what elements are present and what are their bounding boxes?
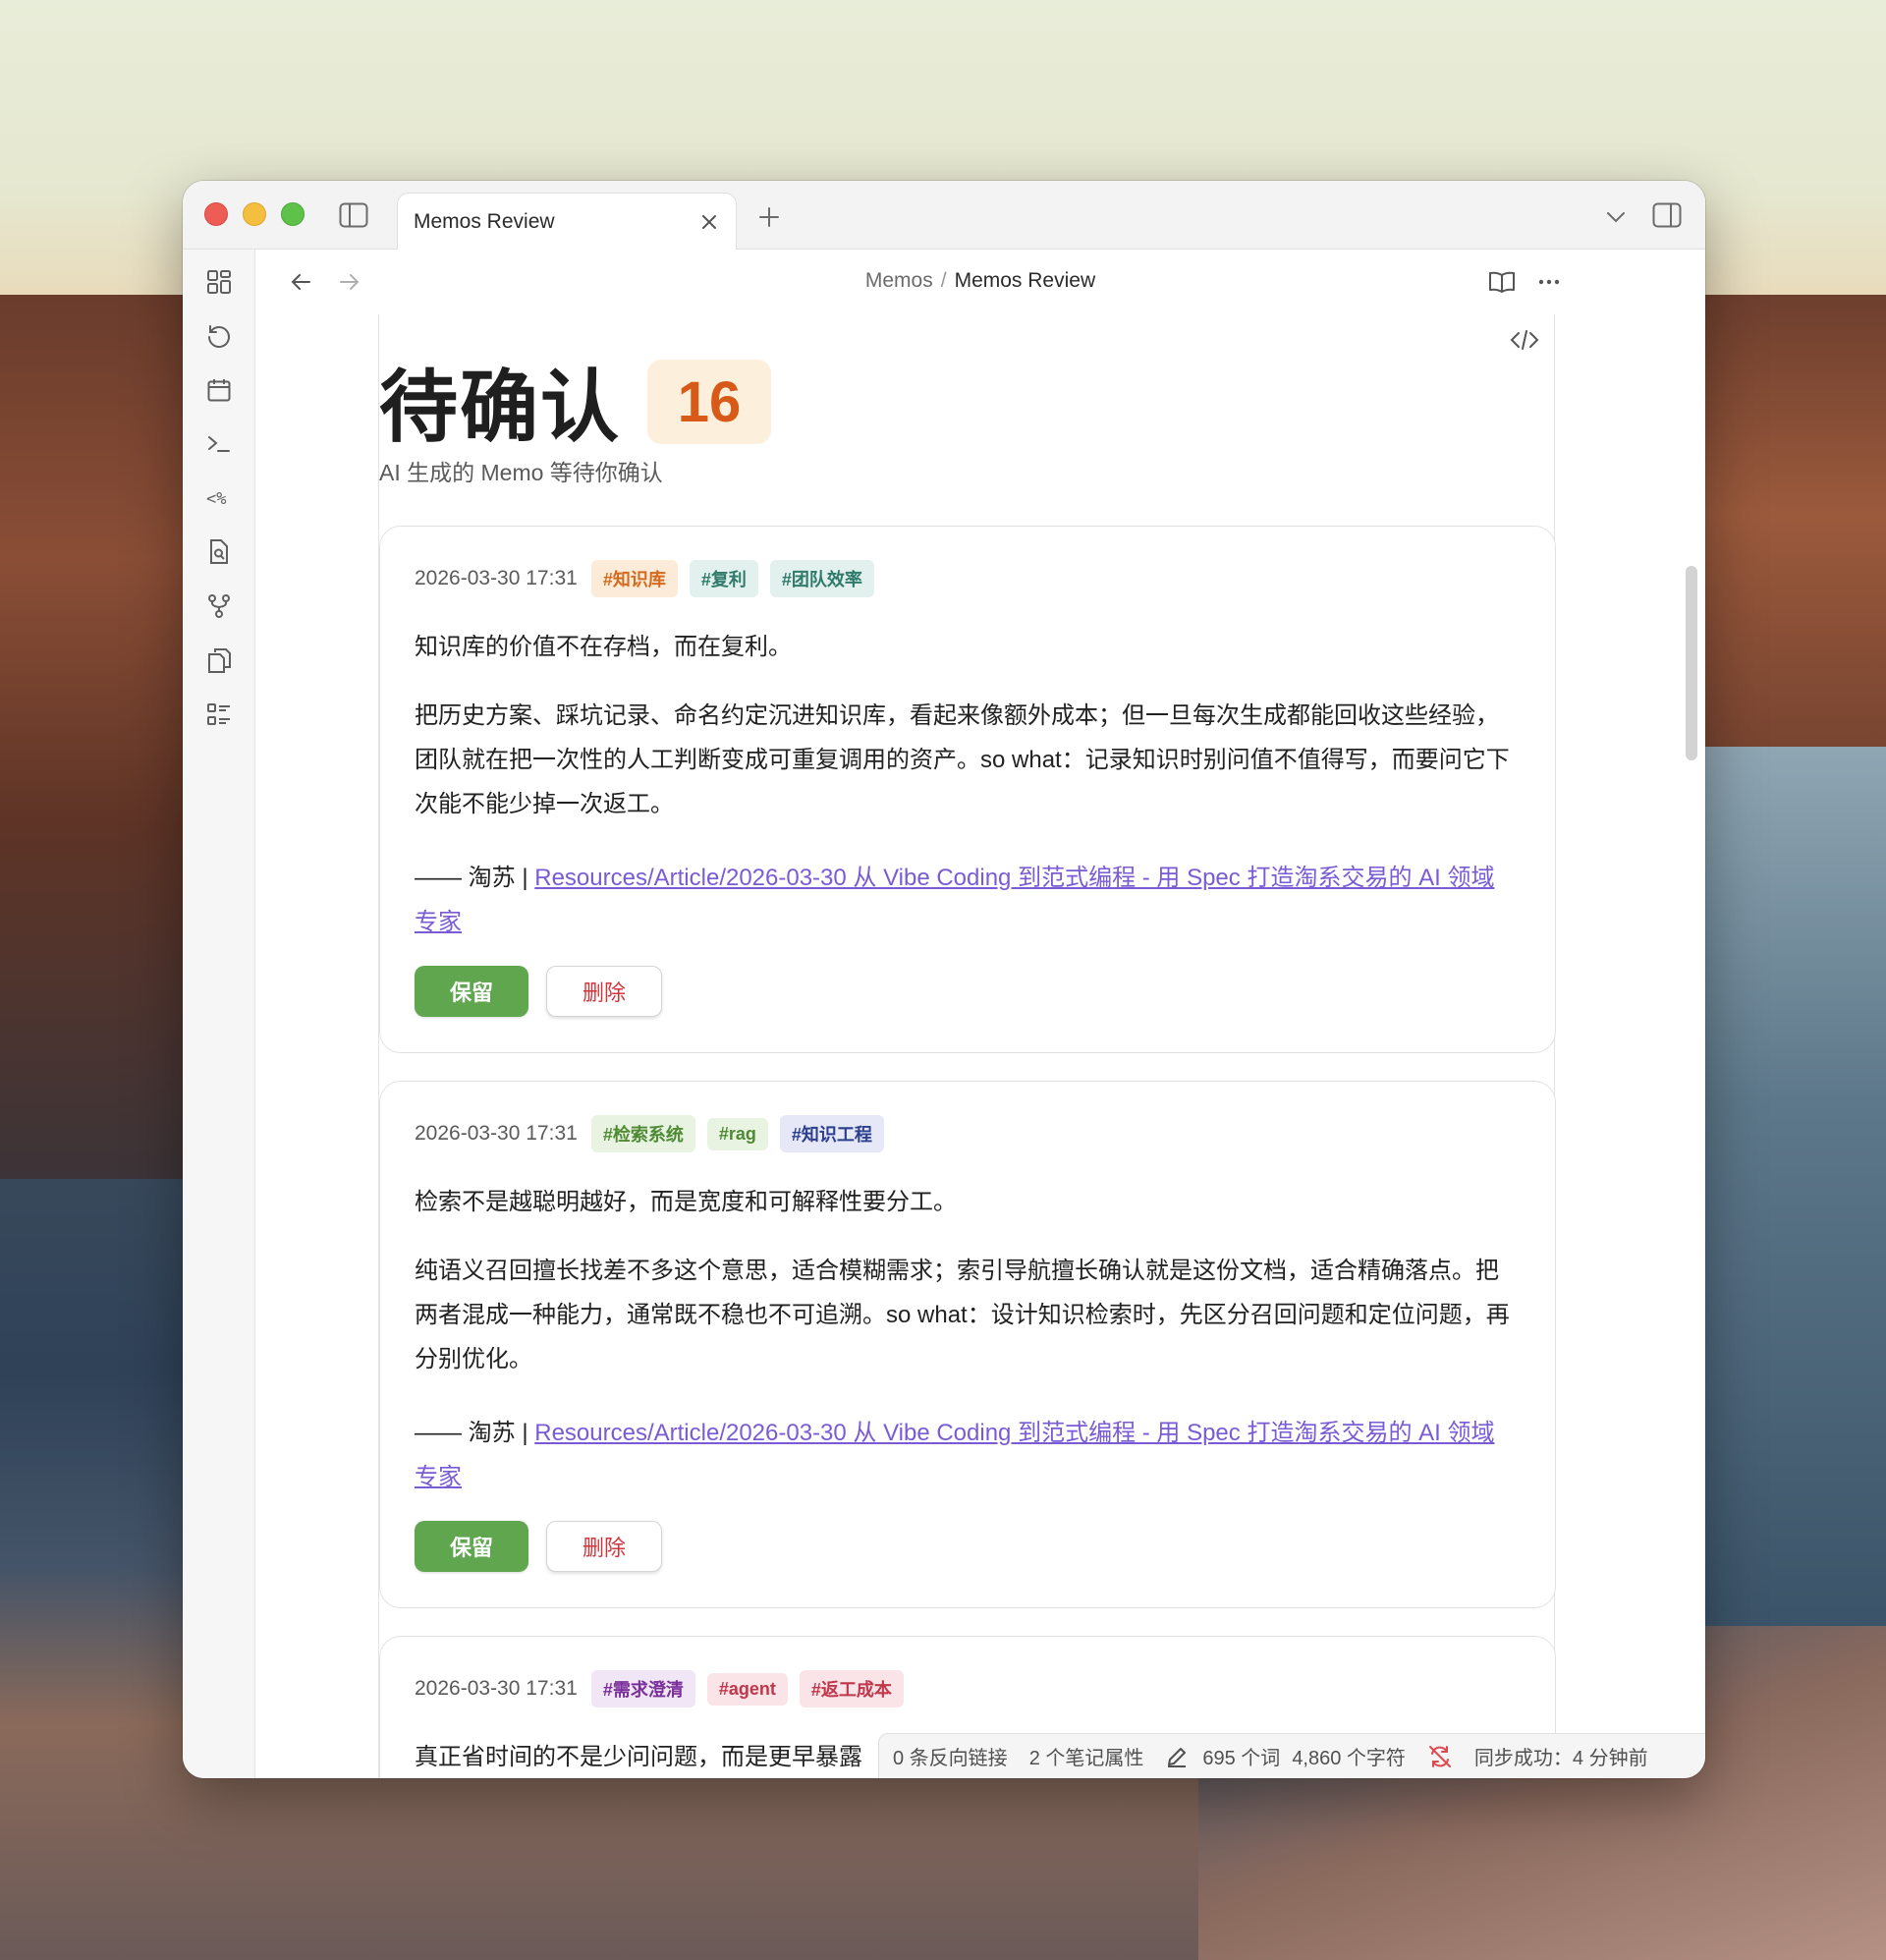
memo-headline: 知识库的价值不在存档，而在复利。: [415, 634, 792, 660]
app-window: Memos Review <% Memos / Memos Review 待确认…: [183, 181, 1705, 1778]
memo-tag[interactable]: #知识工程: [779, 1115, 884, 1152]
pending-count-badge: 16: [647, 360, 771, 444]
tab-memos-review[interactable]: Memos Review: [397, 193, 737, 250]
copy-files-icon[interactable]: [204, 645, 234, 675]
scrollbar-thumb[interactable]: [1686, 566, 1697, 760]
terminal-icon[interactable]: [204, 429, 234, 459]
memo-tag[interactable]: #返工成本: [799, 1670, 904, 1708]
memo-timestamp: 2026-03-30 17:31: [415, 1677, 578, 1700]
maximize-window-button[interactable]: [281, 202, 305, 226]
char-count: 4,860 个字符: [1292, 1748, 1406, 1769]
memo-body: 把历史方案、踩坑记录、命名约定沉进知识库，看起来像额外成本；但一旦每次生成都能回…: [415, 702, 1510, 817]
memo-tag[interactable]: #rag: [706, 1117, 768, 1150]
status-bar: 0 条反向链接 2 个笔记属性 695 个词 4,860 个字符 同步成功：4 …: [878, 1733, 1705, 1778]
checklist-icon[interactable]: [204, 700, 234, 729]
templater-icon[interactable]: <%: [204, 483, 234, 513]
delete-button[interactable]: 删除: [546, 1521, 662, 1572]
memo-headline: 真正省时间的不是少问问题，而是更早暴露: [415, 1744, 862, 1770]
title-bar: Memos Review: [183, 181, 1705, 250]
wallpaper-cliff-left: [0, 295, 196, 1179]
memo-source: —— 淘苏 | Resources/Article/2026-03-30 从 V…: [415, 856, 1515, 944]
memo-body: 纯语义召回擅长找差不多这个意思，适合模糊需求；索引导航擅长确认就是这份文档，适合…: [415, 1258, 1510, 1372]
tab-list-chevron-down-icon[interactable]: [1601, 202, 1631, 232]
memo-timestamp: 2026-03-30 17:31: [415, 567, 578, 589]
navigation-bar: Memos / Memos Review: [255, 250, 1705, 314]
memo-meta: 2026-03-30 17:31 #检索系统 #rag #知识工程: [415, 1115, 884, 1152]
reading-view-book-icon[interactable]: [1487, 267, 1517, 297]
breadcrumb-parent[interactable]: Memos: [865, 269, 933, 292]
toggle-right-sidebar-icon[interactable]: [1650, 200, 1684, 230]
tab-title: Memos Review: [414, 209, 555, 233]
word-count: 695 个词: [1202, 1748, 1281, 1769]
sync-error-icon[interactable]: [1427, 1744, 1453, 1769]
svg-text:<%: <%: [206, 489, 226, 509]
properties-count[interactable]: 2 个笔记属性: [1029, 1742, 1144, 1770]
memo-tag[interactable]: #需求澄清: [590, 1670, 695, 1708]
memo-card: 2026-03-30 17:31 #知识库 #复利 #团队效率 知识库的价值不在…: [379, 526, 1556, 1053]
memo-tag[interactable]: #agent: [706, 1672, 788, 1706]
wallpaper-lake: [1699, 747, 1886, 1631]
more-options-icon[interactable]: [1534, 267, 1564, 297]
page-subtitle: AI 生成的 Memo 等待你确认: [379, 460, 663, 485]
memos-review-document: 待确认 16 AI 生成的 Memo 等待你确认 2026-03-30 17:3…: [378, 314, 1556, 1778]
minimize-window-button[interactable]: [243, 202, 266, 226]
note-content: 待确认 16 AI 生成的 Memo 等待你确认 2026-03-30 17:3…: [255, 314, 1705, 1778]
memo-tag[interactable]: #检索系统: [590, 1115, 695, 1152]
memo-source-prefix: —— 淘苏 |: [415, 865, 535, 891]
code-view-icon[interactable]: [1509, 326, 1540, 354]
memo-headline: 检索不是越聪明越好，而是宽度和可解释性要分工。: [415, 1189, 957, 1215]
backlinks-count[interactable]: 0 条反向链接: [893, 1742, 1008, 1770]
memo-source-prefix: —— 淘苏 |: [415, 1420, 535, 1446]
new-tab-icon[interactable]: [754, 202, 784, 232]
breadcrumb-current[interactable]: Memos Review: [955, 269, 1096, 292]
memo-tag[interactable]: #复利: [689, 560, 758, 597]
memo-meta: 2026-03-30 17:31 #知识库 #复利 #团队效率: [415, 560, 874, 597]
memo-tag[interactable]: #知识库: [590, 560, 678, 597]
memo-tag[interactable]: #团队效率: [769, 560, 874, 597]
memo-card: 2026-03-30 17:31 #检索系统 #rag #知识工程 检索不是越聪…: [379, 1081, 1556, 1608]
memo-source-link[interactable]: Resources/Article/2026-03-30 从 Vibe Codi…: [415, 865, 1494, 935]
keep-button[interactable]: 保留: [415, 1521, 528, 1572]
breadcrumb-separator: /: [940, 269, 947, 292]
memo-meta: 2026-03-30 17:31 #需求澄清 #agent #返工成本: [415, 1670, 904, 1708]
calendar-icon[interactable]: [204, 375, 234, 405]
edit-pencil-icon[interactable]: [1165, 1745, 1189, 1768]
toggle-left-sidebar-icon[interactable]: [338, 200, 369, 230]
memo-source: —— 淘苏 | Resources/Article/2026-03-30 从 V…: [415, 1411, 1515, 1499]
keep-button[interactable]: 保留: [415, 966, 528, 1017]
delete-button[interactable]: 删除: [546, 966, 662, 1017]
git-fork-icon[interactable]: [204, 591, 234, 621]
file-search-icon[interactable]: [204, 537, 234, 567]
dashboard-grid-icon[interactable]: [204, 267, 234, 297]
history-undo-icon[interactable]: [204, 321, 234, 351]
close-tab-icon[interactable]: [698, 211, 720, 233]
sync-status[interactable]: 同步成功：4 分钟前: [1474, 1742, 1648, 1770]
left-ribbon: <%: [183, 250, 255, 1778]
memo-timestamp: 2026-03-30 17:31: [415, 1122, 578, 1145]
page-title: 待确认: [379, 364, 621, 451]
memo-source-link[interactable]: Resources/Article/2026-03-30 从 Vibe Codi…: [415, 1420, 1494, 1490]
close-window-button[interactable]: [204, 202, 228, 226]
